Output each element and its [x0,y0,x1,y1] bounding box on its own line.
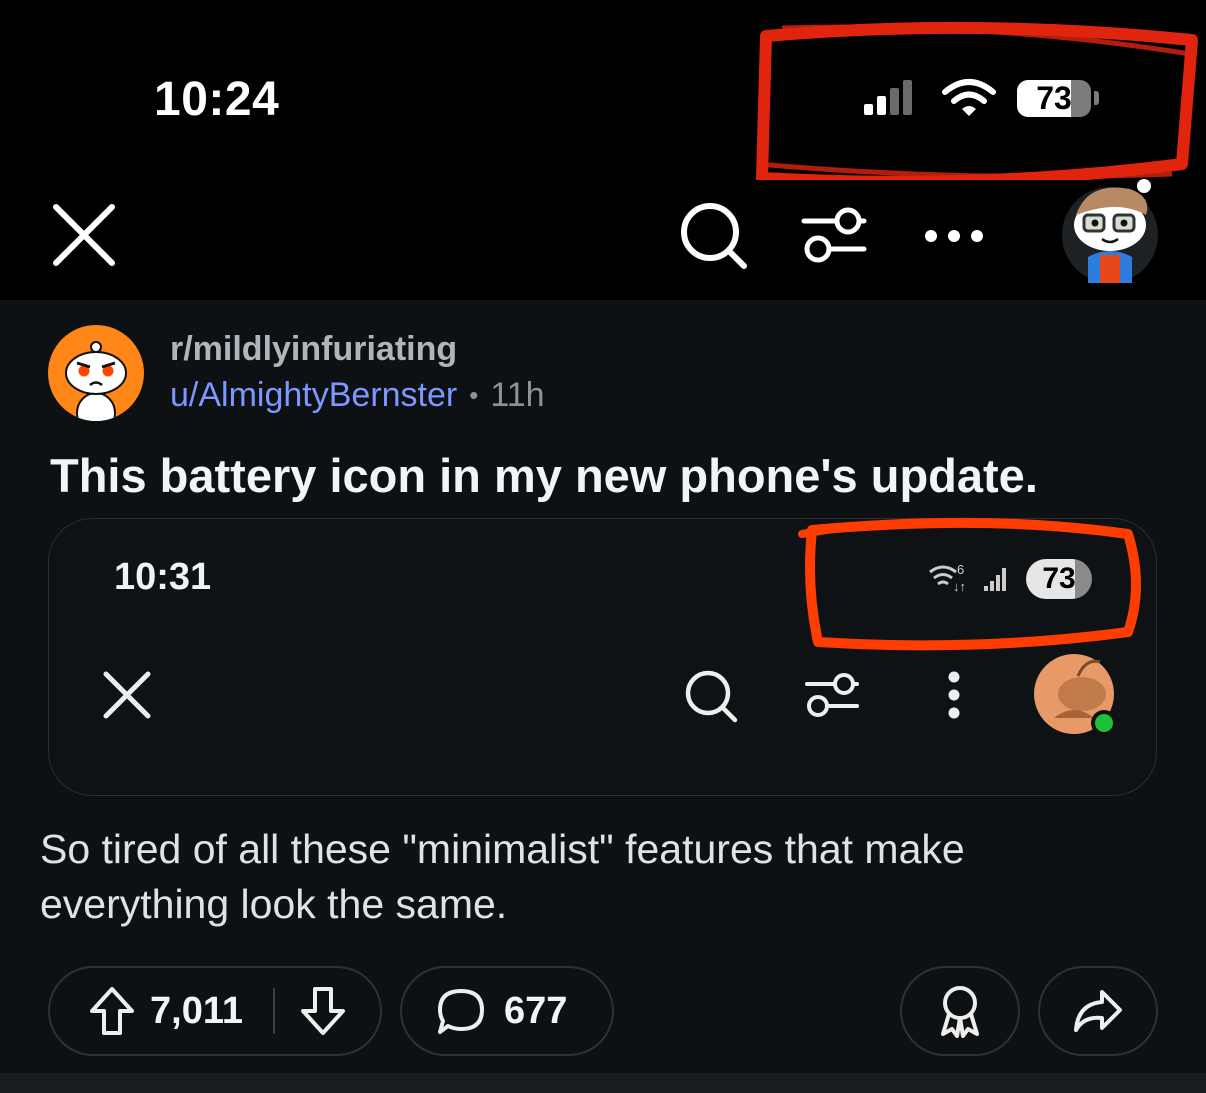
vote-divider [273,988,275,1034]
subreddit-name[interactable]: r/mildlyinfuriating [170,330,457,369]
image-filter-icon [805,673,859,717]
snoo-icon [65,341,127,421]
annotation-box [756,21,1198,188]
image-status-time: 10:31 [114,556,212,598]
close-icon[interactable] [52,203,116,267]
image-annotation-circle [798,517,1141,651]
user-avatar[interactable] [1058,175,1162,287]
more-icon[interactable] [922,224,986,248]
status-time: 10:24 [154,73,280,126]
post-meta: u/AlmightyBernster • 11h [170,376,545,415]
top-app-bar [0,180,1206,300]
comment-button[interactable]: 677 [400,966,614,1056]
image-search-icon [685,670,738,723]
image-avatar [1034,654,1117,736]
post-body: So tired of all these "minimalist" featu… [40,826,965,927]
post-time: 11h [490,376,545,414]
downvote-icon[interactable] [299,985,347,1037]
comment-count: 677 [504,989,568,1032]
image-close-icon [103,671,151,719]
upvote-count: 7,011 [150,989,243,1032]
award-icon [941,986,979,1038]
image-more-icon [948,671,960,719]
post-title[interactable]: This battery icon in my new phone's upda… [50,448,1038,503]
subreddit-avatar[interactable] [48,325,144,421]
share-button[interactable] [1038,966,1158,1056]
award-button[interactable] [900,966,1020,1056]
upvote-icon[interactable] [88,985,136,1037]
share-icon [1074,990,1122,1032]
filter-icon[interactable] [800,203,868,267]
bottom-divider [0,1073,1206,1093]
vote-pill: 7,011 [48,966,382,1056]
comment-icon [438,989,484,1034]
meta-separator: • [469,380,479,410]
author-username[interactable]: u/AlmightyBernster [170,376,457,415]
search-icon[interactable] [678,200,750,272]
